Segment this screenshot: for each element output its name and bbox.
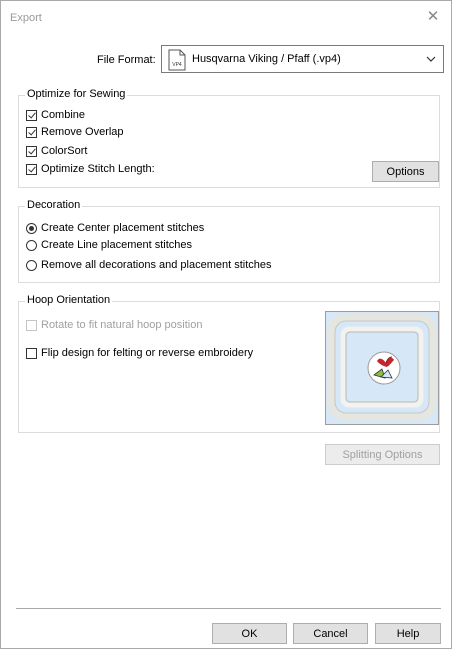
help-button[interactable]: Help (375, 623, 441, 644)
checkbox-box[interactable] (26, 109, 37, 121)
combine-checkbox[interactable]: Combine (26, 109, 85, 121)
colorsort-checkbox[interactable]: ColorSort (26, 145, 87, 157)
rotate-hoop-label: Rotate to fit natural hoop position (41, 319, 203, 331)
help-button-label: Help (396, 627, 420, 640)
file-format-select[interactable]: VP4 Husqvarna Viking / Pfaff (.vp4) (161, 45, 444, 73)
window-title: Export (10, 12, 42, 24)
cancel-button[interactable]: Cancel (293, 623, 368, 644)
checkbox-box[interactable] (26, 347, 37, 359)
checkbox-box[interactable] (26, 163, 37, 175)
combine-label: Combine (41, 109, 86, 121)
line-placement-radio[interactable]: Create Line placement stitches (26, 239, 192, 251)
ok-button-label: OK (241, 627, 258, 640)
checkbox-box[interactable] (26, 145, 37, 157)
cancel-button-label: Cancel (313, 627, 348, 640)
line-placement-label: Create Line placement stitches (41, 239, 193, 251)
center-placement-label: Create Center placement stitches (41, 222, 205, 234)
remove-overlap-label: Remove Overlap (41, 126, 124, 138)
colorsort-label: ColorSort (41, 145, 88, 157)
radio-button[interactable] (26, 222, 37, 234)
file-format-label: File Format: (97, 54, 156, 66)
hoop-preview-image (326, 312, 438, 424)
chevron-down-icon (426, 56, 436, 62)
rotate-hoop-checkbox[interactable]: Rotate to fit natural hoop position (26, 319, 202, 331)
radio-button[interactable] (26, 239, 37, 251)
options-button-label: Options (386, 165, 425, 178)
svg-text:VP4: VP4 (172, 62, 182, 68)
title-bar: Export ✕ (1, 1, 451, 33)
flip-design-label: Flip design for felting or reverse embro… (41, 347, 254, 359)
export-dialog: Export ✕ File Format: VP4 Husqvarna Viki… (0, 0, 452, 649)
remove-decorations-radio[interactable]: Remove all decorations and placement sti… (26, 259, 272, 271)
splitting-options-button[interactable]: Splitting Options (325, 444, 440, 465)
file-icon: VP4 (168, 49, 186, 71)
options-button[interactable]: Options (372, 161, 439, 182)
remove-overlap-checkbox[interactable]: Remove Overlap (26, 126, 124, 138)
remove-decorations-label: Remove all decorations and placement sti… (41, 259, 272, 271)
footer-separator (16, 608, 441, 609)
splitting-options-label: Splitting Options (342, 448, 423, 461)
optimize-stitch-length-checkbox[interactable]: Optimize Stitch Length: (26, 163, 155, 175)
optimize-stitch-length-label: Optimize Stitch Length: (41, 163, 155, 175)
flip-design-checkbox[interactable]: Flip design for felting or reverse embro… (26, 347, 253, 359)
close-icon[interactable]: ✕ (423, 7, 443, 27)
optimize-group-title: Optimize for Sewing (25, 88, 128, 100)
center-placement-radio[interactable]: Create Center placement stitches (26, 222, 204, 234)
hoop-preview (325, 311, 439, 425)
file-format-value: Husqvarna Viking / Pfaff (.vp4) (192, 53, 341, 65)
hoop-orientation-group-title: Hoop Orientation (25, 294, 113, 306)
decoration-group-title: Decoration (25, 199, 83, 211)
ok-button[interactable]: OK (212, 623, 287, 644)
checkbox-box[interactable] (26, 126, 37, 138)
checkbox-box[interactable] (26, 319, 37, 331)
radio-button[interactable] (26, 259, 37, 271)
